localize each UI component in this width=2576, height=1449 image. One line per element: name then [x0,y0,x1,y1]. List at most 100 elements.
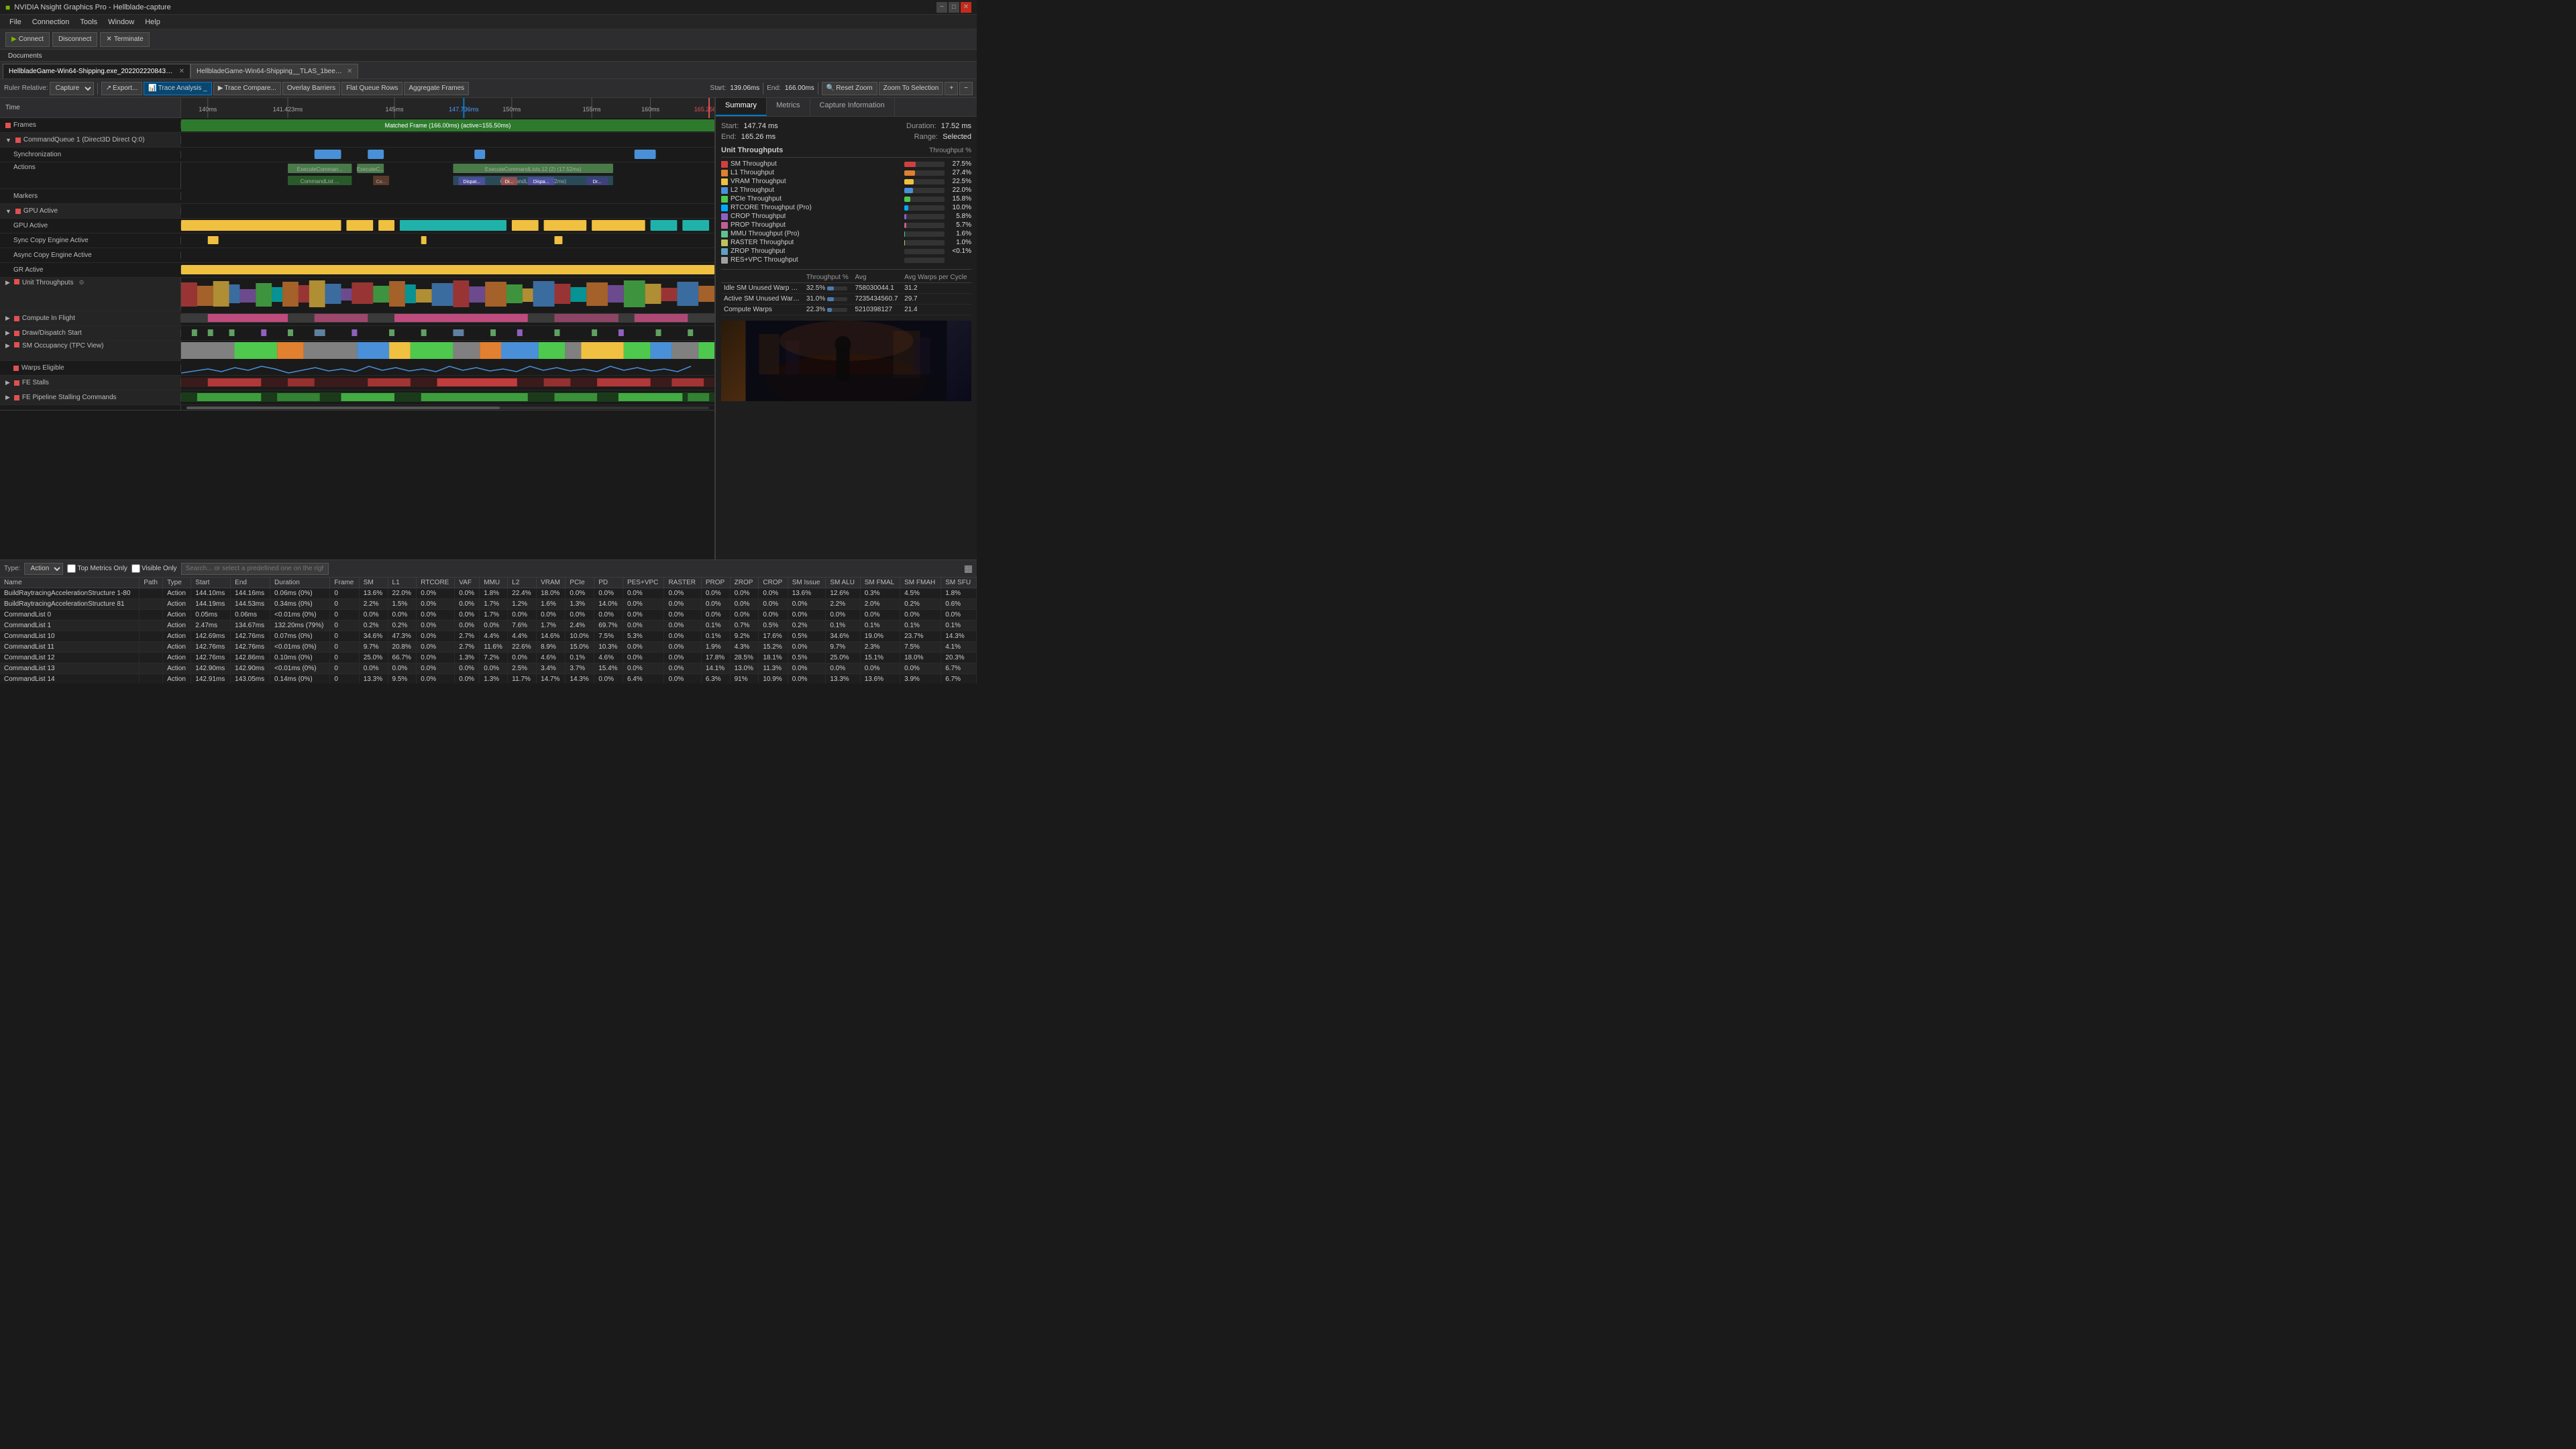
col-header-name[interactable]: Name [0,578,140,588]
zoom-in-button[interactable]: + [945,82,958,95]
table-cell-1 [140,663,163,674]
col-header-sm-sfu[interactable]: SM SFU [941,578,977,588]
type-dropdown[interactable]: Action [24,563,63,575]
menu-connection[interactable]: Connection [27,17,75,28]
summary-times: Start: 147.74 ms Duration: 17.52 ms [721,122,971,130]
gpu-active-collapse[interactable]: ▼ [5,208,11,215]
reset-zoom-button[interactable]: 🔍 Reset Zoom [822,82,877,95]
disconnect-button[interactable]: Disconnect [52,32,97,47]
connect-button[interactable]: ▶ Connect [5,32,50,47]
minimize-button[interactable]: − [936,2,947,13]
col-header-l2[interactable]: L2 [508,578,537,588]
overlay-barriers-button[interactable]: Overlay Barriers [282,82,340,95]
ruler-relative-dropdown[interactable]: Capture [50,82,94,95]
col-header-sm-alu[interactable]: SM ALU [826,578,860,588]
col-header-pd[interactable]: PD [594,578,623,588]
restore-button[interactable]: □ [949,2,959,13]
table-cell-4: 143.05ms [231,674,270,684]
flat-queue-rows-button[interactable]: Flat Queue Rows [341,82,402,95]
col-header-vram[interactable]: VRAM [537,578,566,588]
bottom-search-input[interactable] [181,563,329,575]
timeline-scrollbar[interactable] [186,407,709,409]
menu-window[interactable]: Window [103,17,140,28]
async-copy-row: Async Copy Engine Active [0,248,714,263]
tab-capture[interactable]: HellbladeGame-Win64-Shipping.exe_2022022… [3,64,191,78]
metric-bar-bg [904,162,945,167]
export-button[interactable]: ↗ Export... [101,82,143,95]
unit-throughputs-gear[interactable]: ⚙ [78,279,84,286]
col-header-pcie[interactable]: PCIe [566,578,594,588]
col-header-mmu[interactable]: MMU [480,578,508,588]
visible-only-checkbox-label[interactable]: Visible Only [131,564,177,573]
col-header-sm-fmah[interactable]: SM FMAH [900,578,941,588]
tab-summary[interactable]: Summary [716,98,767,116]
metric-bar [904,231,905,237]
menu-tools[interactable]: Tools [74,17,103,28]
table-cell-18: 17.8% [701,653,730,663]
terminate-button[interactable]: ✕ Terminate [100,32,149,47]
menu-help[interactable]: Help [140,17,166,28]
draw-dispatch-collapse[interactable]: ▶ [5,329,10,337]
col-header-end[interactable]: End [231,578,270,588]
top-metrics-checkbox-label[interactable]: Top Metrics Only [67,564,127,573]
table-cell-21: 0.5% [788,631,826,642]
col-header-path[interactable]: Path [140,578,163,588]
col-header-sm[interactable]: SM [359,578,388,588]
filter-icon[interactable]: ▦ [964,563,973,574]
svg-text:165.256ms: 165.256ms [694,106,714,113]
table-cell-15: 0.0% [594,610,623,621]
col-header-vaf[interactable]: VAF [455,578,480,588]
tab-capture-info[interactable]: Capture Information [810,98,895,116]
screenshot-container [721,321,971,401]
col-header-sm-issue[interactable]: SM Issue [788,578,826,588]
col-header-raster[interactable]: RASTER [664,578,701,588]
aggregate-frames-button[interactable]: Aggregate Frames [404,82,469,95]
col-header-rtcore[interactable]: RTCORE [417,578,455,588]
unit-throughputs-collapse[interactable]: ▶ [5,279,10,286]
table-cell-9: 0.0% [417,653,455,663]
col-header-duration[interactable]: Duration [270,578,330,588]
fe-stalls-collapse[interactable]: ▶ [5,379,10,386]
col-header-zrop[interactable]: ZROP [730,578,759,588]
compute-collapse[interactable]: ▶ [5,315,10,322]
tab-capture-close[interactable]: ✕ [179,68,184,75]
trace-compare-button[interactable]: ▶ Trace Compare... [213,82,281,95]
tab-metrics[interactable]: Metrics [767,98,810,116]
col-header-sm-fmal[interactable]: SM FMAL [860,578,900,588]
trace-compare-label: Trace Compare... [224,85,276,92]
table-cell-14: 1.3% [566,599,594,610]
col-header-l1[interactable]: L1 [388,578,417,588]
col-header-start[interactable]: Start [191,578,231,588]
table-cell-7: 0.0% [359,663,388,674]
trace-analysis-button[interactable]: 📊 Trace Analysis _ [144,82,211,95]
warps-eligible-label: Warps Eligible [0,364,181,372]
table-cell-21: 0.0% [788,663,826,674]
sm-occupancy-collapse[interactable]: ▶ [5,342,10,350]
col-header-crop[interactable]: CROP [759,578,788,588]
table-cell-2: Action [163,674,191,684]
commandqueue-collapse[interactable]: ▼ [5,137,11,144]
visible-only-checkbox[interactable] [131,564,140,573]
table-cell-5: 0.06ms (0%) [270,588,330,599]
metric-bar-bg [904,214,945,219]
col-header-type[interactable]: Type [163,578,191,588]
close-button[interactable]: ✕ [961,2,971,13]
data-table-container: NamePathTypeStartEndDurationFrameSML1RTC… [0,578,977,684]
table-cell-25: 0.1% [941,621,977,631]
col-header-frame[interactable]: Frame [330,578,359,588]
tab-tlas[interactable]: HellbladeGame-Win64-Shipping__TLAS_1bee6… [191,64,358,78]
table-cell-13: 1.7% [537,621,566,631]
tab-tlas-close[interactable]: ✕ [347,68,352,75]
table-cell-15: 0.0% [594,588,623,599]
col-header-pes-vpc[interactable]: PES+VPC [623,578,663,588]
table-cell-10: 0.0% [455,610,480,621]
table-cell-20: 10.9% [759,674,788,684]
menu-file[interactable]: File [4,17,27,28]
top-metrics-checkbox[interactable] [67,564,76,573]
zoom-out-button[interactable]: − [959,82,973,95]
table-cell-5: <0.01ms (0%) [270,663,330,674]
time-label: Time [0,104,20,111]
zoom-to-selection-button[interactable]: Zoom To Selection [879,82,944,95]
fe-pipeline-collapse[interactable]: ▶ [5,394,10,401]
col-header-prop[interactable]: PROP [701,578,730,588]
